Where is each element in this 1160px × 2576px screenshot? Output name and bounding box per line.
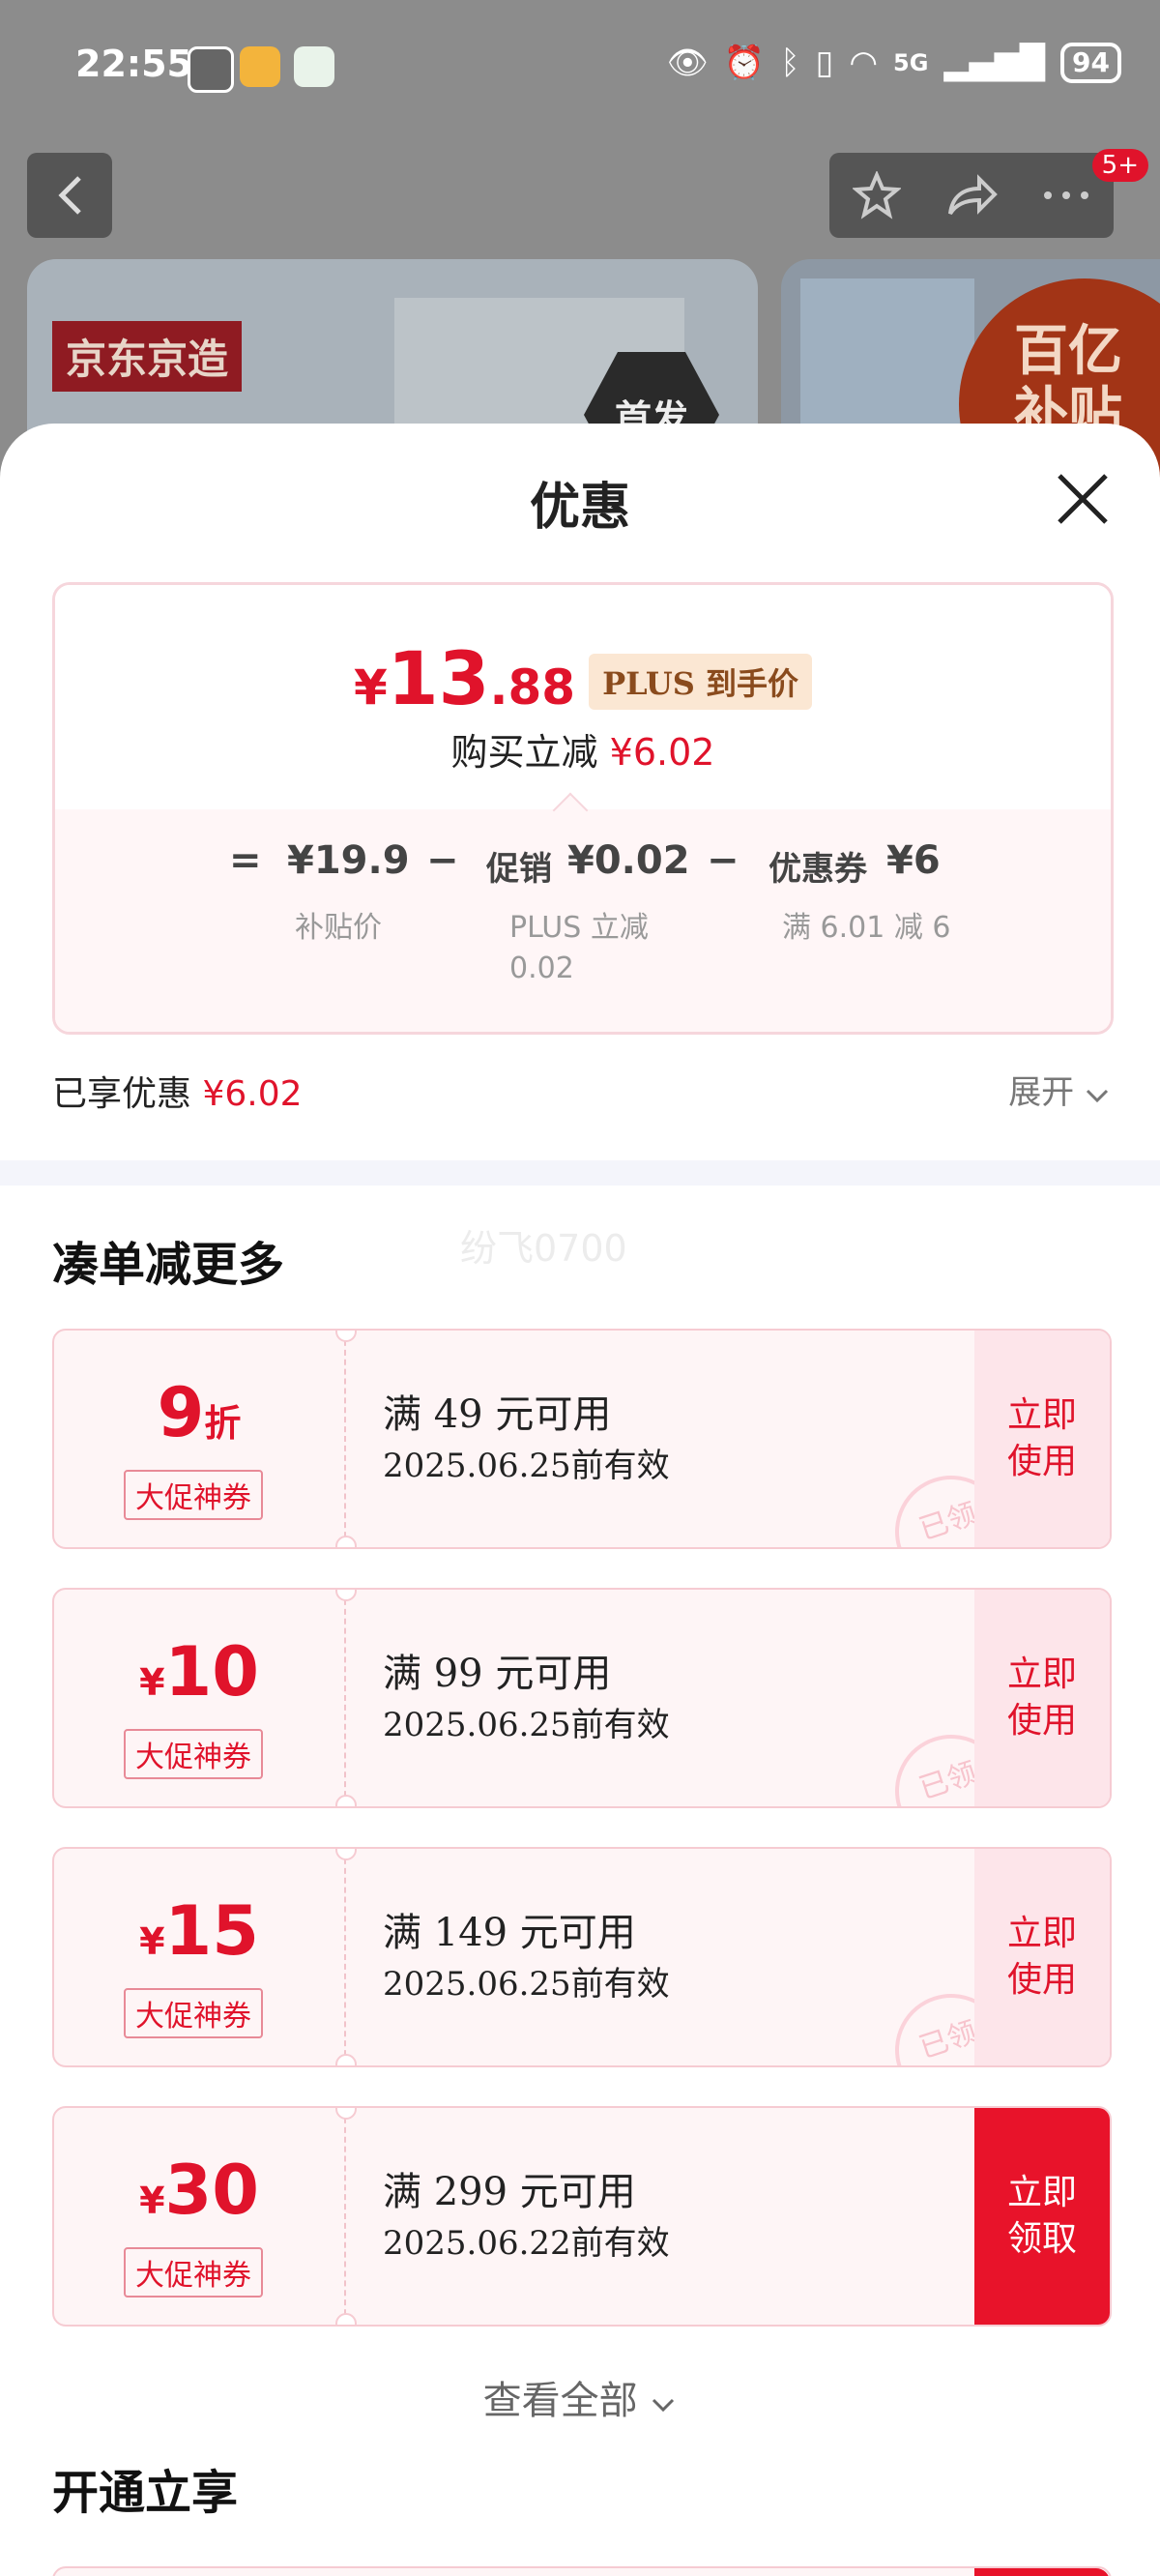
coupon-notch-bottom <box>335 2054 357 2065</box>
claim-coupon-button[interactable]: 立即 领取 <box>974 2108 1110 2325</box>
coupon-value-area: ¥10 大促神券 <box>54 1590 344 1806</box>
more-dots-icon <box>1044 191 1088 199</box>
coupon-condition: 满 149 元可用 <box>383 1911 636 1955</box>
wifi-icon: ◠ <box>849 44 879 82</box>
signal-icon: ▂▄▆█ <box>943 44 1046 82</box>
coupon-value: 9折 <box>157 1373 242 1452</box>
hand-icon <box>188 46 234 93</box>
header-actions <box>829 153 1114 238</box>
mobile-app-icon <box>294 46 334 87</box>
chevron-left-icon <box>58 176 81 215</box>
plus-price-tag: PLUS 到手价 <box>589 654 813 710</box>
price-summary: ¥13.88 PLUS 到手价 购买立减 ¥6.02 <box>55 585 1111 809</box>
coupon-value-area: 9折 大促神券 <box>54 1331 344 1547</box>
weather-icon <box>240 46 280 87</box>
close-icon[interactable] <box>1054 470 1112 528</box>
status-right-group: 👁 ⏰ ᛒ ▯ ◠ 5G ▂▄▆█ 94 <box>667 43 1121 83</box>
coupon-value: ¥15 <box>139 1891 259 1971</box>
chevron-down-icon <box>652 2398 675 2413</box>
coupon-note: 满 6.01 减 6 <box>782 911 951 945</box>
promo-note: PLUS 立减 0.02 <box>509 911 649 985</box>
section-title-more: 凑单减更多 <box>52 1238 285 1292</box>
coupon-card: ¥10 大促神券 满 99 元可用 2025.06.25前有效 已领 立即 使用 <box>52 1588 1112 1808</box>
coupon-separator <box>344 1331 346 1547</box>
coupon-value-area: ¥15 大促神券 <box>54 1849 344 2065</box>
back-button[interactable] <box>27 153 112 238</box>
view-all-button[interactable]: 查看全部 <box>0 2369 1160 2425</box>
coupon-condition: 满 49 元可用 <box>383 1392 612 1437</box>
expand-button[interactable]: 展开 <box>1008 1066 1110 1113</box>
final-price-row: ¥13.88 PLUS 到手价 <box>55 635 1111 721</box>
eye-icon: 👁 <box>666 44 709 82</box>
coupon-tag: 大促神券 <box>124 2247 263 2298</box>
watermark: 纷飞0700 <box>460 1227 627 1270</box>
favorite-button[interactable] <box>829 153 924 238</box>
signal-network: 5G <box>893 49 929 76</box>
share-icon <box>948 174 998 216</box>
use-coupon-button[interactable]: 立即 使用 <box>974 1590 1110 1806</box>
saving-amount: ¥6.02 <box>609 731 715 774</box>
coupon-value: ¥10 <box>139 1632 259 1712</box>
base-price-note: 补贴价 <box>295 911 382 945</box>
coupon-separator <box>344 1849 346 2065</box>
promo-amount: ¥0.02 <box>567 838 690 883</box>
coupon-validity: 2025.06.22前有效 <box>383 2224 670 2263</box>
price-breakdown-card: ¥13.88 PLUS 到手价 购买立减 ¥6.02 = ¥19.9 − 促销 … <box>52 582 1114 1035</box>
enjoyed-amount: ¥6.02 <box>202 1074 303 1114</box>
coupon-card: ¥30 大促神券 满 299 元可用 2025.06.22前有效 立即 领取 <box>52 2106 1112 2327</box>
final-price: ¥13.88 <box>353 635 576 721</box>
price-calculation: = ¥19.9 − 促销 ¥0.02 − 优惠券 ¥6 补贴价 PLUS 立减 … <box>55 809 1111 1032</box>
coupon-tag: 大促神券 <box>124 1988 263 2038</box>
brand-tag: 京东京造 <box>52 321 243 392</box>
coupon-notch-bottom <box>335 1795 357 1806</box>
use-coupon-button[interactable]: 立即 使用 <box>974 1849 1110 2065</box>
coupon-separator <box>344 1590 346 1806</box>
vibrate-icon: ▯ <box>815 44 834 82</box>
saving-line: 购买立减 ¥6.02 <box>450 731 715 774</box>
alarm-icon: ⏰ <box>723 44 766 82</box>
plus-card-partial <box>52 2566 1112 2576</box>
share-button[interactable] <box>924 153 1019 238</box>
battery-indicator: 94 <box>1060 43 1121 83</box>
use-coupon-button[interactable]: 立即 使用 <box>974 1331 1110 1547</box>
coupon-card: ¥15 大促神券 满 149 元可用 2025.06.25前有效 已领 立即 使用 <box>52 1847 1112 2067</box>
section-divider <box>0 1160 1160 1186</box>
coupon-validity: 2025.06.25前有效 <box>383 1965 670 2004</box>
chevron-down-icon <box>1086 1089 1109 1103</box>
sheet-title: 优惠 <box>529 478 630 537</box>
enjoyed-discount: 已享优惠 ¥6.02 <box>52 1074 303 1114</box>
coupon-separator <box>344 2108 346 2325</box>
coupon-condition: 满 99 元可用 <box>383 1652 612 1696</box>
status-bar: 22:55 👁 ⏰ ᛒ ▯ ◠ 5G ▂▄▆█ 94 <box>0 0 1160 135</box>
coupon-amount: ¥6 <box>886 838 941 883</box>
star-icon <box>853 171 901 220</box>
coupon-value: ¥30 <box>139 2151 259 2230</box>
status-time: 22:55 <box>75 43 192 85</box>
coupon-tag: 大促神券 <box>124 1470 263 1520</box>
coupon-card: 9折 大促神券 满 49 元可用 2025.06.25前有效 已领 立即 使用 <box>52 1329 1112 1549</box>
coupon-validity: 2025.06.25前有效 <box>383 1706 670 1744</box>
coupon-notch-bottom <box>335 2313 357 2325</box>
plus-card-button[interactable] <box>974 2568 1110 2576</box>
coupon-tag: 大促神券 <box>124 1729 263 1779</box>
bluetooth-icon: ᛒ <box>780 44 800 82</box>
coupon-condition: 满 299 元可用 <box>383 2170 636 2214</box>
section-title-plus: 开通立享 <box>52 2466 239 2520</box>
coupon-notch-bottom <box>335 1536 357 1547</box>
base-price: ¥19.9 <box>287 838 410 883</box>
coupon-validity: 2025.06.25前有效 <box>383 1447 670 1485</box>
discount-sheet: 优惠 ¥13.88 PLUS 到手价 购买立减 ¥6.02 = ¥19.9 − … <box>0 424 1160 2576</box>
notification-badge: 5+ <box>1091 149 1148 182</box>
coupon-value-area: ¥30 大促神券 <box>54 2108 344 2325</box>
